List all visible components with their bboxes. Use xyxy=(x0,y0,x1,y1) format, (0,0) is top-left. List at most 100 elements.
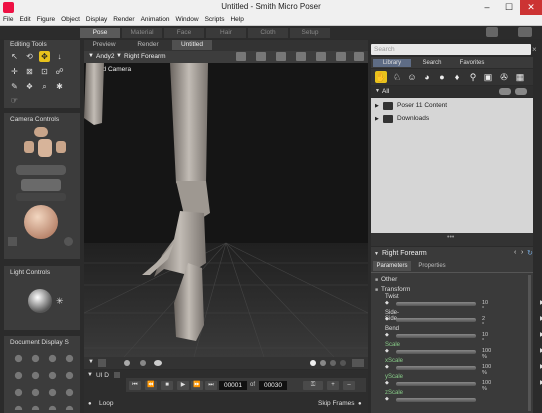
group-other[interactable]: Other xyxy=(381,276,397,283)
trackball-icon[interactable] xyxy=(24,205,58,239)
materials-category-icon[interactable]: ✇ xyxy=(498,71,510,83)
camera-selector-icon[interactable] xyxy=(16,193,66,201)
menu-edit[interactable]: Edit xyxy=(16,15,33,24)
footer-dot-7-icon[interactable] xyxy=(340,360,346,366)
param-value[interactable]: 10 ° xyxy=(482,300,488,312)
param-slider[interactable] xyxy=(396,382,476,386)
maximize-button[interactable]: ☐ xyxy=(498,0,520,15)
param-slider[interactable] xyxy=(396,366,476,370)
actor-menu-arrow[interactable]: ▼ xyxy=(374,251,379,257)
footer-square-icon[interactable] xyxy=(98,359,106,367)
rotate-tool-icon[interactable]: ⟲ xyxy=(24,51,35,62)
add-library-icon[interactable] xyxy=(499,88,511,95)
footer-dot-6-icon[interactable] xyxy=(330,360,336,366)
close-button[interactable]: ✕ xyxy=(520,0,542,15)
first-frame-icon[interactable]: ⏮ xyxy=(129,381,141,390)
figure-selector[interactable]: Andy2 xyxy=(96,53,114,60)
3d-viewport[interactable]: LHand Camera xyxy=(84,63,368,357)
param-dial-icon[interactable]: ◆ xyxy=(385,364,389,370)
param-dial-icon[interactable]: ◆ xyxy=(385,316,389,322)
add-keyframe-icon[interactable]: + xyxy=(327,381,339,390)
group-toggle-icon[interactable]: ■ xyxy=(375,287,378,293)
expand-icon[interactable]: ▶ xyxy=(375,103,379,109)
footer-dot-5-icon[interactable] xyxy=(320,360,326,366)
menu-display[interactable]: Display xyxy=(83,15,110,24)
camera-lock-icon[interactable] xyxy=(8,237,17,246)
skip-frames-dot-icon[interactable]: ● xyxy=(358,401,362,407)
part-selector[interactable]: Right Forearm xyxy=(124,53,166,60)
library-search-input[interactable]: Search xyxy=(371,44,531,55)
step-forward-icon[interactable]: ⏩ xyxy=(191,381,203,390)
library-menu-icon[interactable]: × xyxy=(532,45,537,54)
param-slider[interactable] xyxy=(396,334,476,338)
loop-dot-icon[interactable]: ● xyxy=(88,401,92,407)
room-setup[interactable]: Setup xyxy=(290,28,330,38)
footer-dot-3-icon[interactable] xyxy=(154,360,162,366)
footer-menu-arrow[interactable]: ▼ xyxy=(88,359,94,365)
dual-view-icon[interactable] xyxy=(336,52,346,61)
part-menu-arrow[interactable]: ▼ xyxy=(116,53,122,59)
hand-camera-icon[interactable] xyxy=(56,141,66,153)
menu-render[interactable]: Render xyxy=(110,15,137,24)
tab-preview[interactable]: Preview xyxy=(84,40,124,50)
tab-parameters[interactable]: Parameters xyxy=(373,261,411,271)
cameras-category-icon[interactable]: ▣ xyxy=(482,71,494,83)
face-camera-icon[interactable] xyxy=(34,127,48,137)
chat-icon[interactable] xyxy=(486,27,498,37)
step-back-icon[interactable]: ⏪ xyxy=(145,381,157,390)
light-sun-icon[interactable]: ✳ xyxy=(56,296,64,307)
param-value[interactable]: 100 % xyxy=(482,380,491,392)
param-dial-icon[interactable]: ◆ xyxy=(385,300,389,306)
room-hair[interactable]: Hair xyxy=(206,28,246,38)
actor-name[interactable]: Right Forearm xyxy=(382,250,427,257)
menu-figure[interactable]: Figure xyxy=(34,15,58,24)
next-actor-icon[interactable]: › xyxy=(521,249,523,256)
remove-library-icon[interactable] xyxy=(515,88,527,95)
color-tool-icon[interactable]: ✎ xyxy=(9,81,20,92)
menu-animation[interactable]: Animation xyxy=(138,15,173,24)
sketch-icon[interactable] xyxy=(296,52,306,61)
menu-window[interactable]: Window xyxy=(172,15,201,24)
filter-label[interactable]: All xyxy=(382,88,389,95)
left-hand-camera-icon[interactable] xyxy=(24,141,34,153)
render-icon[interactable] xyxy=(276,52,286,61)
quad-view-icon[interactable] xyxy=(354,52,364,61)
room-pose[interactable]: Pose xyxy=(80,28,120,38)
props-category-icon[interactable]: ♦ xyxy=(451,71,463,83)
view-icon[interactable] xyxy=(316,52,326,61)
menu-object[interactable]: Object xyxy=(58,15,83,24)
lights-category-icon[interactable]: ⚲ xyxy=(467,71,479,83)
ui-dot-icon[interactable] xyxy=(114,372,120,378)
expand-icon[interactable]: ▶ xyxy=(375,116,379,122)
footer-dot-1-icon[interactable] xyxy=(124,360,130,366)
current-frame-field[interactable]: 00001 xyxy=(219,381,247,390)
total-frames-field[interactable]: 00030 xyxy=(259,381,287,390)
param-dial-icon[interactable]: ◆ xyxy=(385,332,389,338)
taper-tool-icon[interactable]: ⊡ xyxy=(39,66,50,77)
tab-render[interactable]: Render xyxy=(128,40,168,50)
params-scrollbar[interactable] xyxy=(528,275,531,411)
scenes-category-icon[interactable]: ▦ xyxy=(514,71,526,83)
param-slider[interactable] xyxy=(396,398,476,402)
grouping-tool-icon[interactable]: ❖ xyxy=(24,81,35,92)
param-slider[interactable] xyxy=(396,350,476,354)
param-dial-icon[interactable]: ◆ xyxy=(385,348,389,354)
footer-dot-4-icon[interactable] xyxy=(310,360,316,366)
panel-splitter-icon[interactable]: ••• xyxy=(447,234,454,241)
translate-in-out-icon[interactable]: ✛ xyxy=(9,66,20,77)
ui-menu-arrow[interactable]: ▼ xyxy=(87,372,93,378)
expressions-category-icon[interactable]: ☺ xyxy=(406,71,418,83)
group-toggle-icon[interactable]: ■ xyxy=(375,277,378,283)
camera-plane-icon[interactable] xyxy=(21,179,61,191)
tab-properties[interactable]: Properties xyxy=(413,261,451,271)
room-material[interactable]: Material xyxy=(122,28,162,38)
tab-search[interactable]: Search xyxy=(413,59,451,67)
last-frame-icon[interactable]: ⏭ xyxy=(205,381,217,390)
light-sphere-icon[interactable] xyxy=(28,289,52,313)
menu-file[interactable]: File xyxy=(0,15,16,24)
prev-actor-icon[interactable]: ‹ xyxy=(514,249,516,256)
keyframe-key-icon[interactable]: ⚿ xyxy=(303,381,323,390)
param-dial-icon[interactable]: ◆ xyxy=(385,380,389,386)
remove-keyframe-icon[interactable]: – xyxy=(343,381,355,390)
param-dial-icon[interactable]: ◆ xyxy=(385,396,389,402)
